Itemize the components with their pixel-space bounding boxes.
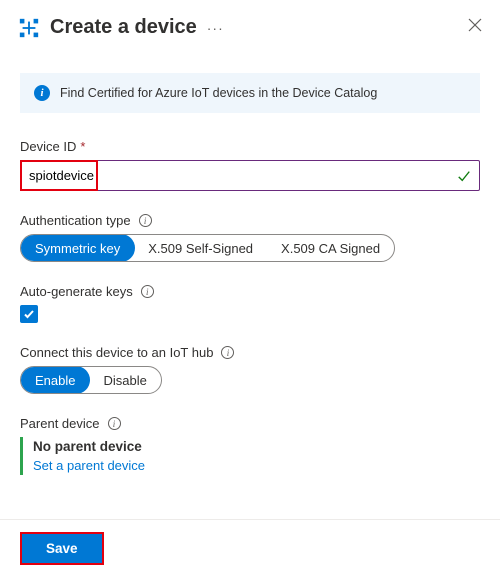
close-button[interactable] [468,18,482,35]
connect-hub-enable[interactable]: Enable [20,366,90,394]
device-id-label: Device ID * [20,139,480,154]
set-parent-link[interactable]: Set a parent device [33,458,145,473]
more-button[interactable]: ··· [207,20,224,36]
auth-type-label: Authentication type i [20,213,480,228]
panel-icon [18,17,40,39]
help-icon[interactable]: i [139,214,152,227]
valid-check-icon [457,169,471,183]
auth-type-x509-self[interactable]: X.509 Self-Signed [134,235,267,261]
panel-title: Create a device [50,16,197,39]
connect-hub-label: Connect this device to an IoT hub i [20,345,480,360]
auth-type-x509-ca[interactable]: X.509 CA Signed [267,235,394,261]
info-bar: i Find Certified for Azure IoT devices i… [20,73,480,113]
auth-type-toggle[interactable]: Symmetric key X.509 Self-Signed X.509 CA… [20,234,395,262]
connect-hub-toggle[interactable]: Enable Disable [20,366,162,394]
device-id-input[interactable] [21,161,479,190]
auto-gen-checkbox[interactable] [20,305,38,323]
save-button[interactable]: Save [22,534,102,563]
auth-type-symmetric[interactable]: Symmetric key [20,234,135,262]
help-icon[interactable]: i [141,285,154,298]
parent-device-status: No parent device [33,439,480,454]
info-icon: i [34,85,50,101]
info-text: Find Certified for Azure IoT devices in … [60,86,377,100]
help-icon[interactable]: i [108,417,121,430]
footer: Save [0,519,500,577]
required-asterisk: * [80,139,85,154]
parent-device-block: No parent device Set a parent device [20,437,480,475]
parent-device-label: Parent device i [20,416,480,431]
save-highlight: Save [20,532,104,565]
help-icon[interactable]: i [221,346,234,359]
connect-hub-disable[interactable]: Disable [89,367,160,393]
auto-gen-label: Auto-generate keys i [20,284,480,299]
